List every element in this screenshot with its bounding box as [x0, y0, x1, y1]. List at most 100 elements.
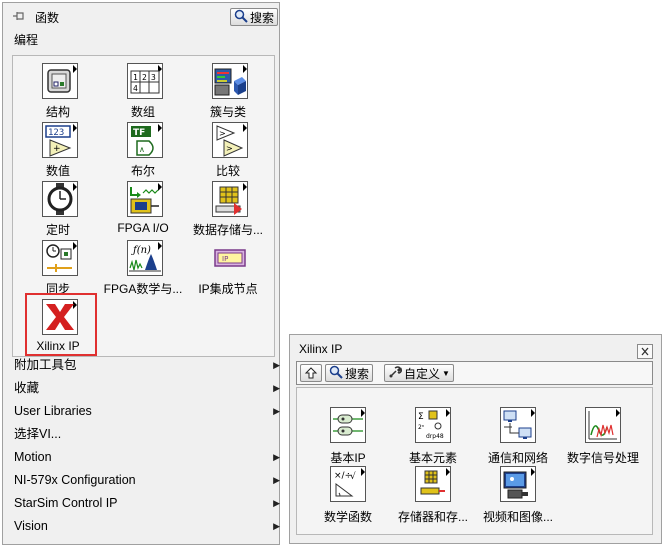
palette-item-communication-network[interactable]: 通信和网络 [477, 388, 559, 465]
palette-item-timing[interactable]: 定时 [15, 178, 101, 237]
xilinx-palette-toolbar: 搜索 自定义 ▼ [296, 361, 653, 385]
palette-item-basic-elements[interactable]: Σ 2ⁿ drp48 基本元素 [392, 388, 474, 465]
palette-item-label: 数组 [130, 105, 155, 119]
menu-item-label: StarSim Control IP [14, 496, 118, 510]
svg-text:IP: IP [222, 255, 228, 263]
math-functions-icon: ×/÷ √ [330, 466, 366, 502]
category-title: 编程 [14, 33, 39, 47]
menu-item-ni-579x[interactable]: NI-579x Configuration ▶ [14, 469, 280, 491]
palette-item-label: IP集成节点 [198, 282, 258, 296]
palette-item-data-storage[interactable]: 数据存储与... [185, 178, 271, 237]
submenu-arrow-icon: ▶ [273, 406, 280, 416]
cluster-class-icon [212, 63, 248, 99]
palette-item-array[interactable]: 123 4 数组 [100, 60, 186, 119]
customize-button[interactable]: 自定义 ▼ [384, 364, 454, 382]
palette-item-label: 数据存储与... [192, 223, 263, 237]
palette-item-basic-ip[interactable]: 基本IP [307, 388, 389, 465]
menu-item-vision[interactable]: Vision ▶ [14, 515, 280, 537]
submenu-arrow-icon: ▶ [273, 360, 280, 370]
synchronization-icon [42, 240, 78, 276]
palette-item-video-image[interactable]: 视频和图像... [477, 447, 559, 524]
palette-item-label: FPGA I/O [117, 221, 169, 235]
palette-item-dsp[interactable]: 数字信号处理 [562, 388, 644, 465]
palette-item-cluster-class[interactable]: 簇与类 [185, 60, 271, 119]
submenu-arrow-icon: ▶ [273, 521, 280, 531]
palette-item-label: 簇与类 [209, 105, 246, 119]
palette-item-fpga-io[interactable]: FPGA I/O [100, 178, 186, 236]
comparison-icon: > > [212, 122, 248, 158]
pin-icon[interactable] [11, 8, 27, 24]
xilinx-logo-icon [42, 299, 78, 335]
svg-text:TF: TF [133, 128, 145, 138]
palette-item-structures[interactable]: 结构 [15, 60, 101, 119]
menu-item-favorites[interactable]: 收藏 ▶ [14, 377, 280, 399]
search-icon [329, 365, 343, 382]
wrench-icon [388, 365, 402, 382]
memory-storage-icon [415, 466, 451, 502]
menu-item-user-libraries[interactable]: User Libraries ▶ [14, 400, 280, 422]
palette-item-memory-storage[interactable]: 存储器和存... [392, 447, 474, 524]
xilinx-palette-title: Xilinx IP [299, 342, 343, 356]
palette-item-fpga-math[interactable]: ƒ(n) FPGA数学与... [100, 237, 186, 296]
palette-item-label: 视频和图像... [482, 510, 553, 524]
menu-item-label: 选择VI... [14, 427, 62, 441]
palette-item-math-functions[interactable]: ×/÷ √ 数学函数 [307, 447, 389, 524]
menu-item-label: Vision [14, 519, 48, 533]
svg-text:2ⁿ: 2ⁿ [418, 424, 425, 431]
up-arrow-icon [304, 367, 318, 379]
palette-item-comparison[interactable]: > > 比较 [185, 119, 271, 178]
array-icon: 123 4 [127, 63, 163, 99]
menu-item-label: 收藏 [14, 381, 40, 395]
dropdown-arrow-icon: ▼ [442, 368, 450, 378]
palette-item-label: 定时 [45, 223, 70, 237]
palette-item-label: 布尔 [130, 164, 155, 178]
customize-button-label: 自定义 [404, 366, 441, 381]
palette-item-label: Xilinx IP [36, 339, 80, 353]
close-button[interactable] [637, 344, 653, 359]
palette-item-synchronization[interactable]: 同步 [15, 237, 101, 296]
submenu-arrow-icon: ▶ [273, 475, 280, 485]
svg-text:drp48: drp48 [426, 433, 444, 440]
svg-text:>: > [219, 129, 226, 138]
palette-item-ip-integration-node[interactable]: IP IP集成节点 [185, 237, 271, 296]
search-icon [234, 9, 248, 26]
palette-item-label: FPGA数学与... [103, 282, 183, 296]
communication-network-icon [500, 407, 536, 443]
svg-text:Σ: Σ [418, 412, 424, 422]
search-button-label: 搜索 [250, 10, 275, 25]
palette-item-label: 数值 [45, 164, 70, 178]
palette-item-numeric[interactable]: 123 + 数值 [15, 119, 101, 178]
xilinx-icon-grid: 基本IP Σ 2ⁿ drp48 基本元素 通信和网络 数字信号处理 ×/÷ √ 数学函… [296, 387, 653, 535]
fpga-math-icon: ƒ(n) [127, 240, 163, 276]
palette-item-label: 数字信号处理 [566, 451, 639, 465]
menu-item-label: 附加工具包 [14, 358, 77, 372]
up-button[interactable] [300, 364, 322, 382]
search-button[interactable]: 搜索 [230, 8, 279, 26]
svg-text:3: 3 [151, 73, 156, 82]
palette-icon-grid: 结构 1234 数组 簇与类 123 + 数值 TF ∧ 布尔 > > 比较 定… [12, 55, 275, 357]
submenu-arrow-icon: ▶ [273, 498, 280, 508]
fpga-io-icon [127, 181, 163, 217]
svg-text:1: 1 [133, 73, 138, 82]
svg-text:ƒ(n): ƒ(n) [131, 245, 151, 256]
menu-item-starsim[interactable]: StarSim Control IP ▶ [14, 492, 280, 514]
ip-integration-node-icon: IP [212, 240, 248, 276]
palette-item-boolean[interactable]: TF ∧ 布尔 [100, 119, 186, 178]
menu-item-addons[interactable]: 附加工具包 ▶ [14, 354, 280, 376]
search-button[interactable]: 搜索 [325, 364, 374, 382]
palette-item-xilinx-ip[interactable]: Xilinx IP [15, 296, 101, 354]
numeric-icon: 123 + [42, 122, 78, 158]
functions-palette-titlebar: 函数 搜索 [3, 3, 279, 29]
menu-item-motion[interactable]: Motion ▶ [14, 446, 280, 468]
svg-text:√: √ [350, 471, 356, 482]
palette-item-label: 数学函数 [323, 510, 372, 524]
dsp-icon [585, 407, 621, 443]
xilinx-ip-palette: Xilinx IP 搜索 自定义 ▼ 基本IP Σ 2ⁿ drp48 基本元素 … [289, 334, 662, 544]
menu-item-label: Motion [14, 450, 52, 464]
timing-icon [42, 181, 78, 217]
menu-item-label: NI-579x Configuration [14, 473, 136, 487]
functions-palette-title: 函数 [35, 11, 60, 25]
menu-item-select-vi[interactable]: 选择VI... [14, 423, 280, 445]
structures-icon [42, 63, 78, 99]
svg-text:>: > [226, 144, 233, 153]
